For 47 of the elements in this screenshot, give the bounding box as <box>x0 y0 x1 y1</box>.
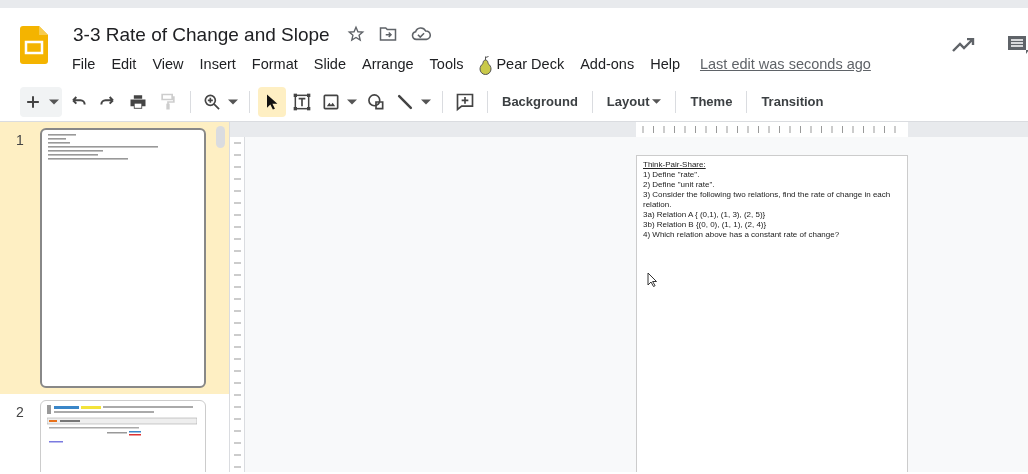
text-box-icon <box>292 91 312 112</box>
menu-item[interactable]: Help <box>642 52 688 78</box>
scrollbar-thumb[interactable] <box>216 126 225 148</box>
caret-icon <box>49 98 59 105</box>
add-comment-icon <box>455 91 475 112</box>
menu-item[interactable]: Tools <box>421 52 472 78</box>
caret-icon <box>347 98 357 105</box>
trending-up-icon[interactable] <box>952 38 976 52</box>
slide-canvas[interactable] <box>636 155 908 472</box>
slide-number: 2 <box>15 403 25 422</box>
toolbar-text-button[interactable]: Layout <box>600 87 668 116</box>
slide-thumbnail-row[interactable]: 1 <box>0 122 229 394</box>
cloud-icon[interactable] <box>411 26 431 42</box>
slide-number: 1 <box>15 131 25 150</box>
slide-text-line: Think-Pair-Share: <box>643 160 707 170</box>
menu-item[interactable]: Insert <box>191 52 244 78</box>
toolbar-text-button[interactable]: Transition <box>755 87 830 116</box>
toolbar-text-button[interactable]: Theme <box>684 87 739 116</box>
star-icon[interactable] <box>347 25 365 43</box>
comment-icon[interactable] <box>1006 34 1028 56</box>
menu-item[interactable]: Edit <box>103 52 145 78</box>
caret-icon <box>652 99 662 104</box>
menu-item[interactable]: Pear Deck <box>471 52 573 78</box>
toolbar-text-button[interactable]: Background <box>496 87 584 116</box>
toolbar-button[interactable] <box>258 86 286 117</box>
caret-icon <box>421 98 431 105</box>
slide-text-line: 4) Which relation above has a constant rate of change? <box>643 230 841 240</box>
last-edit-link[interactable]: Last edit was seconds ago <box>700 52 871 78</box>
menu-item[interactable]: Slide <box>305 52 354 78</box>
slide-text-line: 3a) Relation A { (0,1), (1, 3), (2, 5)} <box>643 210 767 220</box>
menu-item[interactable]: Format <box>243 52 306 78</box>
paint-roller-icon <box>158 91 178 112</box>
document-title[interactable]: 3-3 Rate of Change and Slope <box>73 21 330 50</box>
slide-text-line: 1) Define "rate". <box>643 170 701 180</box>
slide-text-line: 3b) Relation B {(0, 0), (1, 1), (2, 4)} <box>643 220 768 230</box>
menu-item[interactable]: View <box>144 52 192 78</box>
menu-item[interactable]: File <box>64 52 104 78</box>
pear-icon <box>479 54 493 75</box>
menu-item[interactable]: Arrange <box>354 52 422 78</box>
slide-text-line: 3) Consider the following two relations, find the rate of change in each relation. <box>643 190 892 210</box>
folder-icon[interactable] <box>379 26 397 42</box>
shape-icon <box>366 91 386 112</box>
mouse-pointer-icon <box>647 272 657 287</box>
menu-item[interactable]: Add-ons <box>572 52 643 78</box>
toolbar-button[interactable] <box>20 86 62 117</box>
slide-text-line: 2) Define "unit rate". <box>643 180 716 190</box>
caret-icon <box>228 98 238 105</box>
